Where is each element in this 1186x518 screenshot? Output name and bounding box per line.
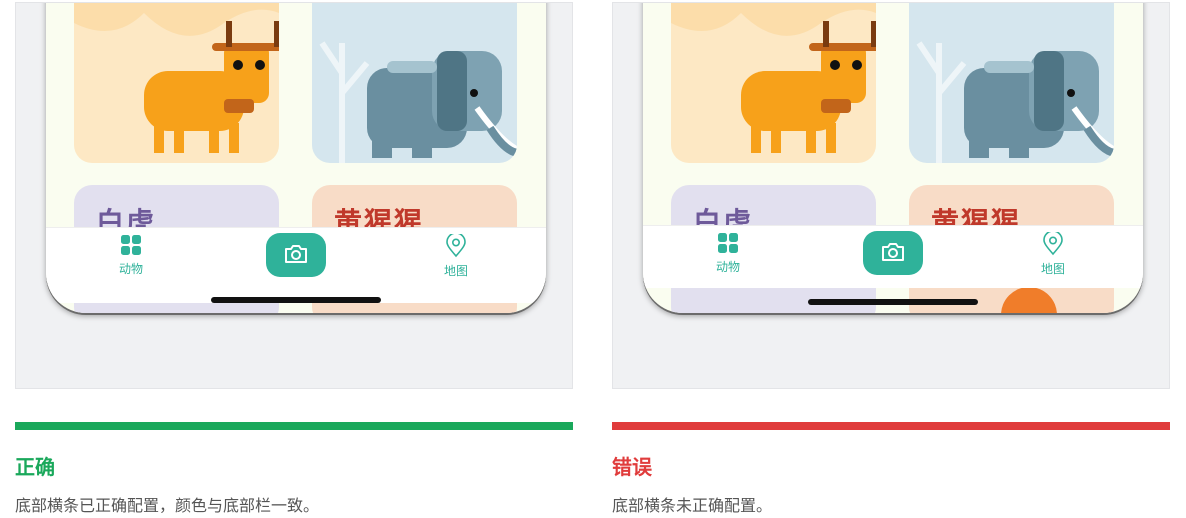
tab-label: 动物: [715, 260, 740, 274]
elephant-illustration: [916, 41, 1114, 163]
incorrect-description: 底部横条未正确配置。: [612, 496, 773, 515]
bottom-tab-bar: 动物 地图: [46, 227, 546, 303]
home-indicator: [211, 297, 381, 303]
yak-illustration: [671, 3, 876, 153]
location-pin-icon: [446, 234, 466, 258]
elephant-card[interactable]: [312, 3, 517, 163]
yak-illustration: [74, 3, 279, 153]
bottom-tab-bar: 动物 地图: [643, 225, 1143, 288]
camera-button[interactable]: [863, 231, 923, 275]
grid-icon: [718, 233, 738, 253]
home-indicator: [808, 299, 978, 305]
phone-mockup: 白虎 黄猩猩 动物 地图: [643, 3, 1143, 313]
correct-title: 正确: [15, 455, 55, 479]
incorrect-indicator-bar: [612, 422, 1170, 430]
incorrect-title: 错误: [612, 455, 652, 479]
location-pin-icon: [1043, 232, 1063, 256]
tab-map[interactable]: 地图: [416, 234, 496, 279]
correct-indicator-bar: [15, 422, 573, 430]
phone-mockup: 白虎 黄猩猩 动物 地图: [46, 3, 546, 313]
correct-description: 底部横条已正确配置，颜色与底部栏一致。: [15, 496, 320, 515]
grid-icon: [121, 235, 141, 255]
tab-animals[interactable]: 动物: [91, 234, 171, 277]
camera-button[interactable]: [266, 233, 326, 277]
tab-label: 地图: [443, 264, 468, 278]
tab-animals[interactable]: 动物: [688, 232, 768, 275]
yak-card[interactable]: [74, 3, 279, 163]
yak-card[interactable]: [671, 3, 876, 163]
elephant-card[interactable]: [909, 3, 1114, 163]
camera-icon: [285, 245, 307, 263]
tab-label: 动物: [118, 262, 143, 276]
incorrect-example-panel: 白虎 黄猩猩 动物 地图: [612, 2, 1170, 389]
tab-label: 地图: [1040, 262, 1065, 276]
tab-map[interactable]: 地图: [1013, 232, 1093, 277]
camera-icon: [882, 243, 904, 261]
correct-example-panel: 白虎 黄猩猩 动物 地图: [15, 2, 573, 389]
elephant-illustration: [319, 41, 517, 163]
